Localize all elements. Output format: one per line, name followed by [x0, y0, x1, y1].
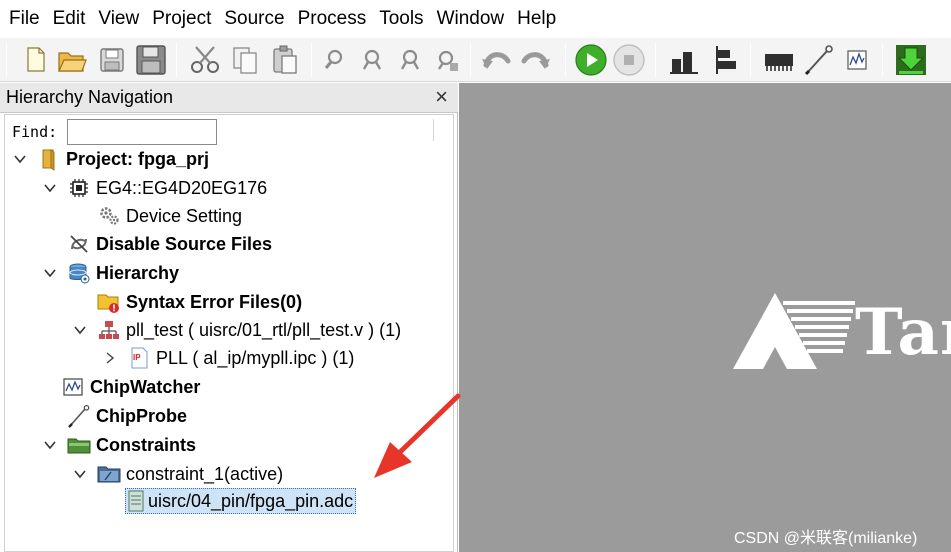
tree-item-chipprobe[interactable]: ChipProbe	[67, 402, 187, 430]
align-icon[interactable]	[708, 43, 742, 77]
menu-tools[interactable]: Tools	[374, 0, 428, 38]
new-file-icon[interactable]	[18, 43, 52, 77]
save-all-icon[interactable]	[134, 43, 168, 77]
tree-item-device-setting[interactable]: Device Setting	[97, 202, 242, 230]
open-folder-icon[interactable]	[55, 43, 89, 77]
syntax-error-label: Syntax Error Files(0)	[126, 291, 303, 312]
constraints-folder-icon	[67, 438, 91, 454]
company-logo-icon	[733, 293, 855, 369]
menu-window[interactable]: Window	[432, 0, 510, 38]
annotation-arrow-icon	[374, 393, 461, 478]
chevron-down-icon[interactable]	[13, 152, 27, 166]
toolbar-grip	[6, 43, 7, 77]
menu-source[interactable]: Source	[219, 0, 289, 38]
probe-icon	[68, 404, 90, 428]
stop-icon[interactable]	[612, 43, 646, 77]
waveform-icon[interactable]	[841, 43, 875, 77]
tree-item-chipwatcher[interactable]: ChipWatcher	[61, 373, 200, 401]
gear-icon	[100, 207, 119, 225]
tree-item-device[interactable]: EG4::EG4D20EG176	[67, 174, 267, 202]
disable-source-icon	[70, 235, 88, 253]
menu-file[interactable]: File	[4, 0, 45, 38]
menu-help[interactable]: Help	[512, 0, 561, 38]
tree-item-constraint-1[interactable]: constraint_1(active)	[97, 460, 283, 488]
chevron-right-icon[interactable]	[103, 351, 117, 365]
error-folder-icon	[97, 294, 119, 313]
toolbar-separator	[750, 43, 751, 77]
paste-icon[interactable]	[268, 43, 302, 77]
device-label: EG4::EG4D20EG176	[96, 177, 268, 198]
menu-project[interactable]: Project	[147, 0, 216, 38]
constraint-1-label: constraint_1(active)	[126, 463, 284, 484]
copy-icon[interactable]	[228, 43, 262, 77]
watermark: CSDN @米联客(milianke)	[734, 530, 918, 547]
disable-source-label: Disable Source Files	[96, 233, 273, 254]
project-folder-icon	[42, 149, 55, 171]
device-chip-icon	[70, 179, 88, 197]
chevron-down-icon[interactable]	[43, 181, 57, 195]
chevron-down-icon[interactable]	[73, 323, 87, 337]
device-setting-label: Device Setting	[126, 205, 243, 226]
redo-icon[interactable]	[518, 43, 552, 77]
chipwatcher-label: ChipWatcher	[90, 376, 201, 397]
pll-label: PLL ( al_ip/mypll.ipc ) (1)	[156, 347, 355, 368]
hierarchy-label: Hierarchy	[96, 262, 180, 283]
ip-badge: IP	[133, 353, 141, 362]
chipprobe-label: ChipProbe	[96, 405, 188, 426]
toolbar-separator	[311, 43, 312, 77]
tree-item-syntax-error[interactable]: Syntax Error Files(0)	[97, 288, 302, 316]
tree-item-constraints[interactable]: Constraints	[67, 431, 196, 459]
menu-process[interactable]: Process	[293, 0, 372, 38]
chevron-down-icon[interactable]	[73, 467, 87, 481]
find-label: Find:	[12, 123, 58, 141]
chevron-down-icon[interactable]	[43, 438, 57, 452]
logo-wordmark: Tan	[855, 295, 951, 370]
find-prev-icon[interactable]	[355, 43, 389, 77]
module-tree-icon	[99, 321, 119, 339]
tree-item-project[interactable]: Project: fpga_prj	[37, 145, 209, 173]
probe-icon[interactable]	[803, 43, 837, 77]
find-next-icon[interactable]	[393, 43, 427, 77]
chevron-down-icon[interactable]	[43, 266, 57, 280]
waveform-icon	[63, 378, 83, 396]
hierarchy-database-icon	[69, 263, 90, 284]
toolbar-separator	[655, 43, 656, 77]
menu-view[interactable]: View	[93, 0, 144, 38]
tree-item-pll-test[interactable]: pll_test ( uisrc/01_rtl/pll_test.v ) (1)	[97, 316, 401, 344]
tree-item-hierarchy[interactable]: Hierarchy	[67, 259, 179, 287]
workspace-area: Tan	[459, 83, 951, 552]
toolbar-divider	[433, 119, 434, 141]
menu-edit[interactable]: Edit	[48, 0, 91, 38]
tree-item-disable-source[interactable]: Disable Source Files	[67, 230, 272, 258]
panel-title: Hierarchy Navigation	[6, 87, 174, 107]
menu-bar: File Edit View Project Source Process To…	[0, 0, 951, 38]
toolbar-separator	[176, 43, 177, 77]
toolbar-separator	[882, 43, 883, 77]
save-icon[interactable]	[95, 43, 129, 77]
constraints-label: Constraints	[96, 434, 197, 455]
constraint-set-folder-icon	[97, 466, 121, 483]
toolbar	[0, 38, 951, 82]
replace-icon[interactable]	[431, 43, 465, 77]
pll-test-label: pll_test ( uisrc/01_rtl/pll_test.v ) (1)	[126, 319, 402, 340]
adc-file-icon	[128, 490, 144, 512]
tree-item-pll[interactable]: IP PLL ( al_ip/mypll.ipc ) (1)	[127, 344, 354, 372]
panel-header: Hierarchy Navigation ×	[0, 83, 458, 113]
find-input[interactable]	[67, 119, 217, 145]
find-icon[interactable]	[318, 43, 352, 77]
chip-icon[interactable]	[762, 43, 796, 77]
pin-file-label: uisrc/04_pin/fpga_pin.adc	[148, 490, 354, 511]
toolbar-separator	[470, 43, 471, 77]
run-icon[interactable]	[574, 43, 608, 77]
bar-chart-icon[interactable]	[668, 43, 702, 77]
ip-file-icon: IP	[127, 346, 151, 370]
download-icon[interactable]	[894, 43, 928, 77]
project-label: Project: fpga_prj	[66, 148, 210, 169]
toolbar-separator	[565, 43, 566, 77]
cut-icon[interactable]	[188, 43, 222, 77]
close-panel-button[interactable]: ×	[435, 85, 448, 109]
tree-item-pin-file[interactable]: uisrc/04_pin/fpga_pin.adc	[125, 488, 357, 514]
undo-icon[interactable]	[480, 43, 514, 77]
